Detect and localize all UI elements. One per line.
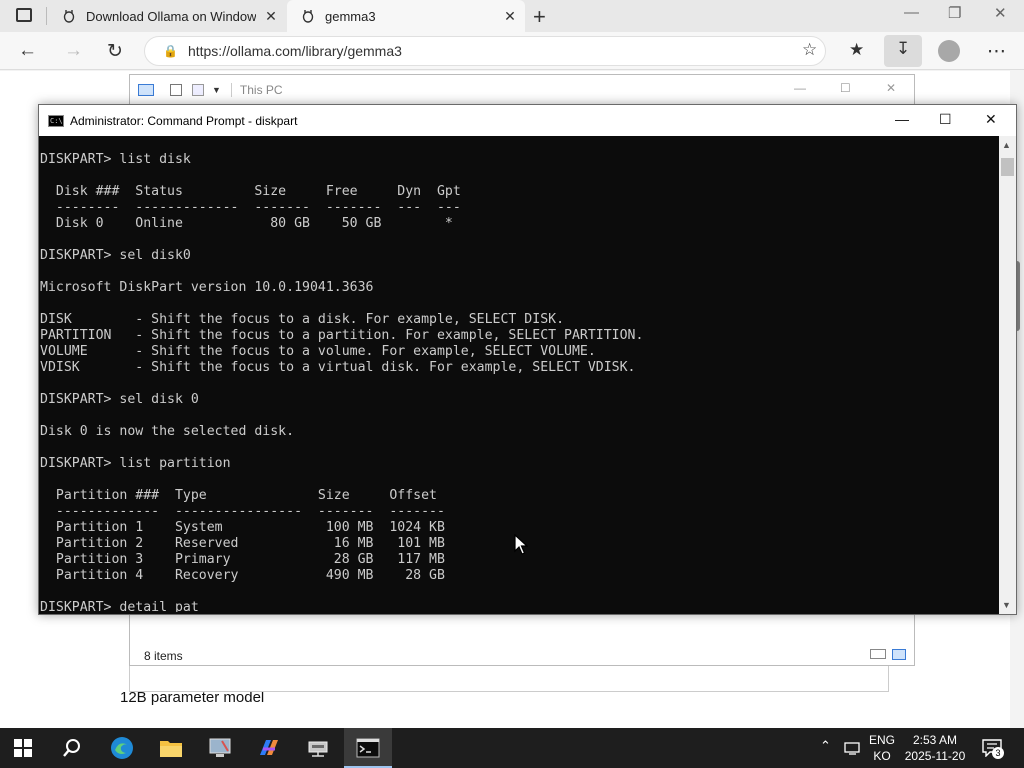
close-icon[interactable]: ✕ bbox=[886, 81, 896, 95]
favorites-icon[interactable]: ★ bbox=[849, 40, 864, 60]
customize-quick-access-icon[interactable]: ▼ bbox=[212, 85, 221, 95]
tab-close-icon[interactable]: ✕ bbox=[256, 8, 286, 25]
tab-download-ollama[interactable]: Download Ollama on Windows ✕ bbox=[48, 0, 286, 32]
properties-icon[interactable] bbox=[170, 84, 182, 96]
edge-icon[interactable] bbox=[107, 734, 137, 762]
back-icon[interactable]: ← bbox=[18, 40, 37, 62]
explorer-title: This PC bbox=[239, 83, 283, 97]
network-icon[interactable] bbox=[844, 740, 862, 756]
ollama-favicon-icon bbox=[301, 9, 315, 23]
refresh-icon[interactable]: ↻ bbox=[107, 40, 123, 63]
scroll-down-icon[interactable]: ▼ bbox=[1002, 600, 1011, 610]
tab-close-icon[interactable]: ✕ bbox=[495, 8, 525, 25]
taskbar: ⌃ ENG KO 2:53 AM 2025-11-20 3 bbox=[0, 728, 1024, 768]
show-hidden-icons-icon[interactable]: ⌃ bbox=[820, 738, 831, 754]
tab-title: Download Ollama on Windows bbox=[86, 8, 256, 24]
network-drive-icon[interactable] bbox=[303, 734, 333, 762]
new-tab-button[interactable]: + bbox=[533, 4, 546, 30]
restore-icon[interactable]: ❐ bbox=[948, 4, 961, 22]
scroll-thumb[interactable] bbox=[1001, 158, 1014, 176]
browser-toolbar: ← → ↻ 🔒 https://ollama.com/library/gemma… bbox=[0, 32, 1024, 70]
clock-time: 2:53 AM bbox=[912, 733, 958, 747]
mouse-cursor-icon bbox=[514, 534, 528, 555]
background-window-edge bbox=[129, 666, 889, 692]
tab-title: gemma3 bbox=[325, 8, 376, 24]
command-prompt-icon[interactable] bbox=[353, 734, 383, 762]
new-folder-icon[interactable] bbox=[192, 84, 204, 96]
file-explorer-icon[interactable] bbox=[156, 734, 186, 762]
profile-avatar[interactable] bbox=[938, 40, 960, 62]
search-icon[interactable] bbox=[57, 734, 87, 762]
download-icon: ↧ bbox=[896, 39, 911, 58]
forward-icon[interactable]: → bbox=[64, 40, 83, 62]
this-pc-icon bbox=[138, 84, 154, 96]
tab-actions-icon[interactable] bbox=[16, 8, 32, 22]
large-icons-view-icon[interactable] bbox=[892, 649, 906, 660]
notification-count-badge: 3 bbox=[992, 747, 1004, 759]
command-prompt-icon: C:\ bbox=[48, 114, 64, 127]
copilot-icon[interactable] bbox=[254, 734, 284, 762]
url-text: https://ollama.com/library/gemma3 bbox=[187, 43, 402, 59]
details-view-icon[interactable] bbox=[870, 649, 886, 659]
tab-gemma3[interactable]: gemma3 ✕ bbox=[287, 0, 525, 32]
add-favorite-icon[interactable]: ☆ bbox=[802, 40, 817, 60]
language-code: ENG bbox=[868, 733, 895, 747]
scroll-up-icon[interactable]: ▲ bbox=[1002, 140, 1011, 150]
maximize-icon[interactable]: ☐ bbox=[939, 111, 952, 128]
restore-icon[interactable]: ☐ bbox=[840, 81, 851, 95]
minimize-icon[interactable]: — bbox=[895, 111, 909, 127]
more-options-icon[interactable]: ⋯ bbox=[987, 40, 1006, 63]
explorer-title-bar[interactable]: ▼ This PC — ☐ ✕ bbox=[130, 75, 914, 105]
browser-tab-bar: Download Ollama on Windows ✕ gemma3 ✕ + … bbox=[0, 0, 1024, 32]
input-language-indicator[interactable]: ENG KO bbox=[866, 732, 898, 764]
address-bar[interactable]: 🔒 https://ollama.com/library/gemma3 bbox=[144, 36, 826, 66]
close-icon[interactable]: ✕ bbox=[985, 111, 997, 128]
cmd-title-bar[interactable]: C:\ Administrator: Command Prompt - disk… bbox=[39, 105, 1016, 136]
item-count: 8 items bbox=[144, 649, 183, 663]
system-clock[interactable]: 2:53 AM 2025-11-20 bbox=[902, 732, 968, 764]
downloads-button[interactable]: ↧ bbox=[884, 35, 922, 67]
input-method: KO bbox=[873, 749, 891, 763]
computer-management-icon[interactable] bbox=[205, 734, 235, 762]
clock-date: 2025-11-20 bbox=[904, 749, 966, 763]
lock-icon[interactable]: 🔒 bbox=[163, 44, 178, 58]
minimize-icon[interactable]: — bbox=[794, 81, 806, 95]
divider bbox=[230, 83, 232, 97]
notification-center-icon[interactable]: 3 bbox=[982, 739, 1004, 759]
divider bbox=[46, 7, 47, 25]
cmd-title: Administrator: Command Prompt - diskpart bbox=[70, 113, 298, 128]
windows-start-icon[interactable] bbox=[8, 734, 38, 762]
close-icon[interactable]: ✕ bbox=[994, 4, 1007, 22]
minimize-icon[interactable]: — bbox=[904, 4, 919, 21]
ollama-favicon-icon bbox=[62, 9, 76, 23]
console-scrollbar[interactable]: ▲ ▼ bbox=[999, 136, 1016, 614]
